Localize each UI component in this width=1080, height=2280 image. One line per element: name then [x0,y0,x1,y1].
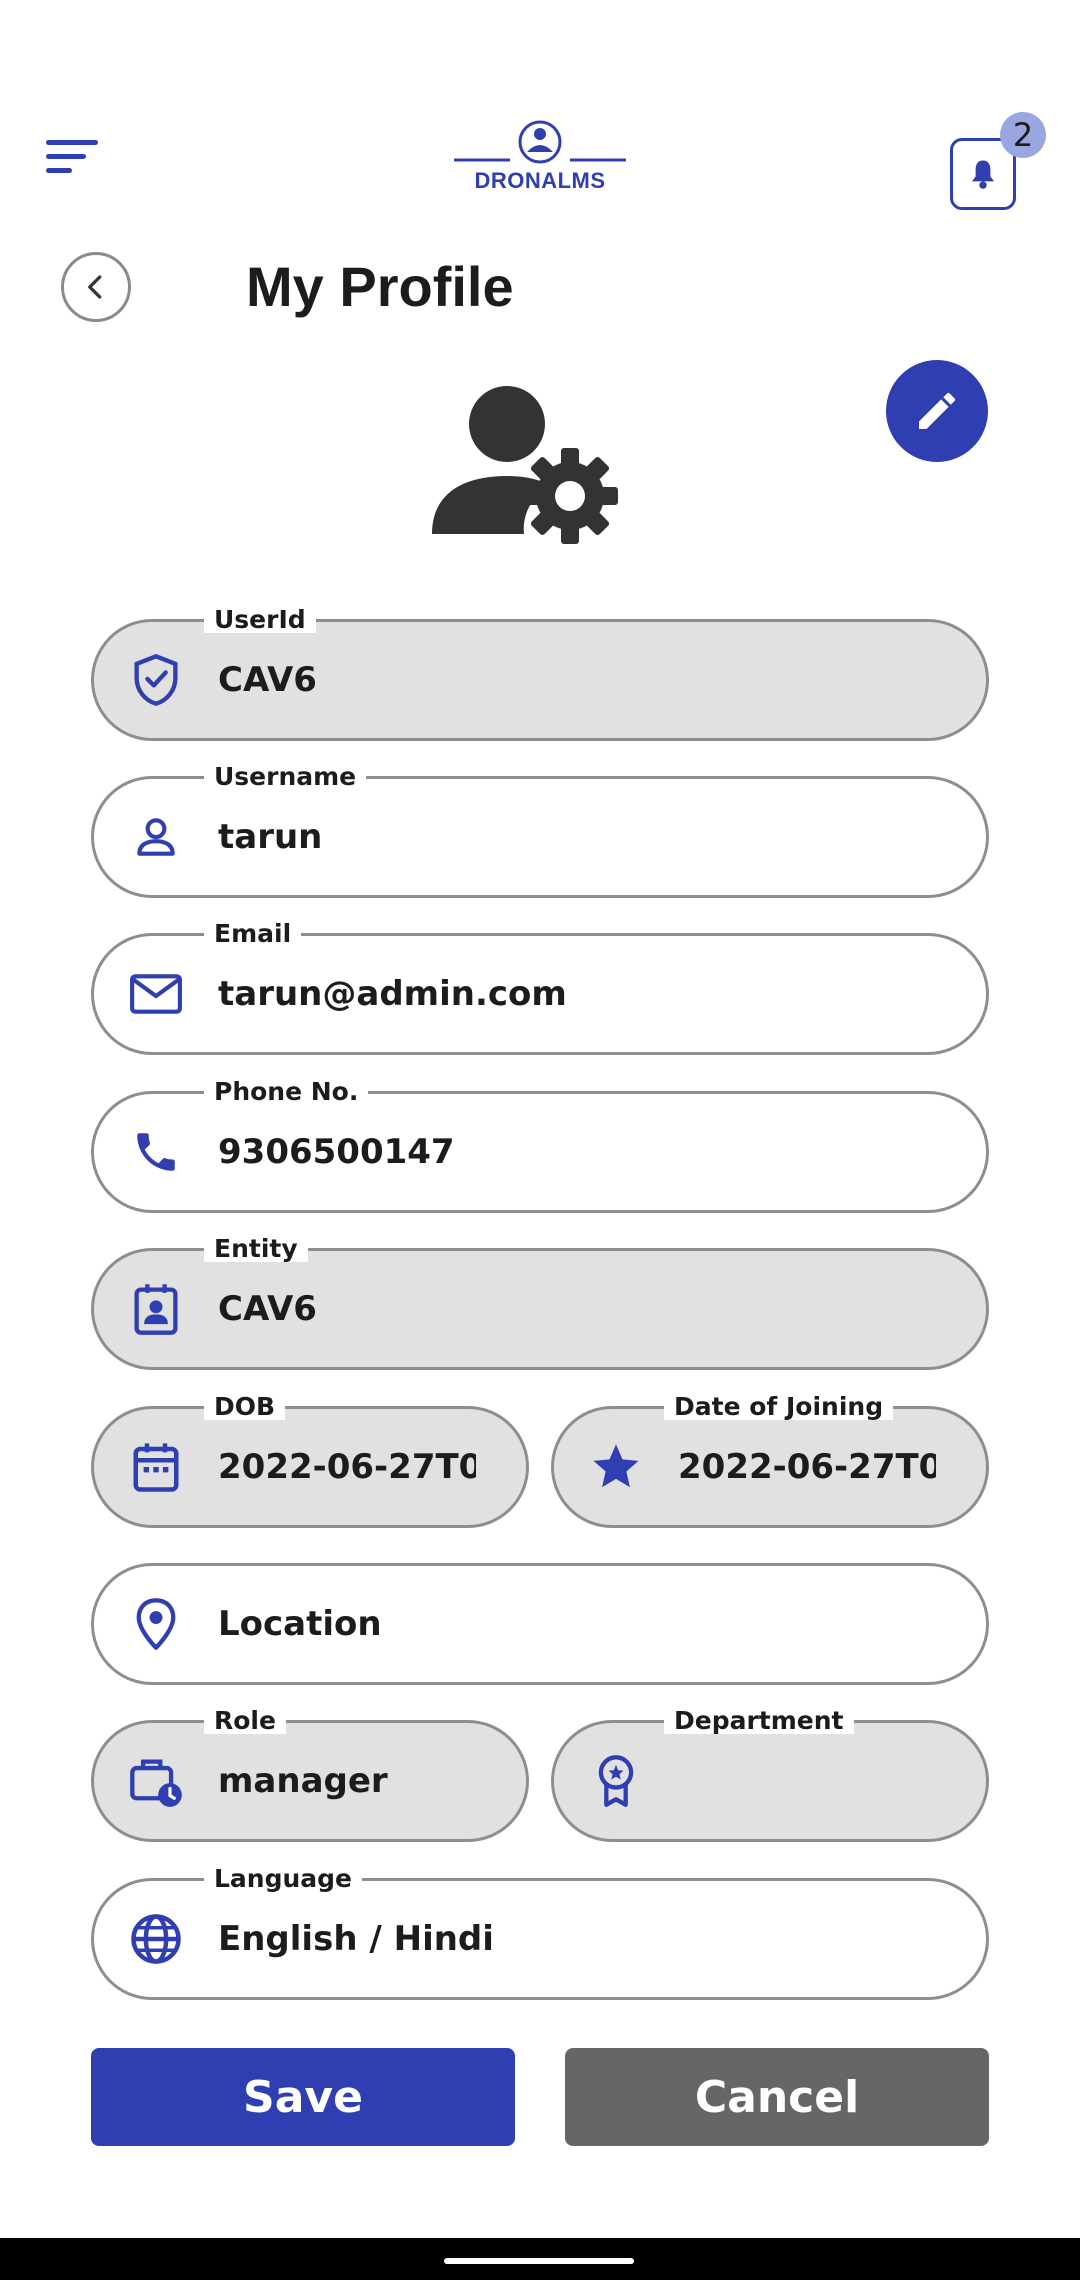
entity-field: Entity CAV6 [91,1236,989,1370]
username-field[interactable]: Username tarun [91,764,989,898]
username-input[interactable]: tarun [218,779,936,895]
person-icon [128,809,184,865]
app-logo: DRONALMS [450,118,630,198]
location-input[interactable]: Location [218,1566,936,1682]
phone-field[interactable]: Phone No. 9306500147 [91,1079,989,1213]
location-field[interactable]: Location [91,1563,989,1685]
entity-value: CAV6 [218,1289,317,1329]
department-field: Department [551,1708,989,1842]
save-button[interactable]: Save [91,2048,515,2146]
edit-profile-button[interactable] [886,360,988,462]
notification-count-badge: 2 [1000,112,1046,158]
language-select[interactable]: English / Hindi [218,1881,936,1997]
badge-icon [128,1281,184,1337]
menu-button[interactable] [44,136,104,180]
location-pin-icon [128,1596,184,1652]
pencil-icon [919,392,956,429]
date-of-joining-value: 2022-06-27T0 [678,1447,936,1487]
calendar-icon [128,1439,184,1495]
userid-value: CAV6 [218,660,317,700]
language-field[interactable]: Language English / Hindi [91,1866,989,2000]
role-field: Role manager [91,1708,529,1842]
shield-check-icon [128,652,184,708]
dob-value: 2022-06-27T0 [218,1447,476,1487]
email-input[interactable]: tarun@admin.com [218,936,936,1052]
phone-icon [128,1124,184,1180]
profile-settings-icon [432,384,622,546]
phone-input[interactable]: 9306500147 [218,1094,936,1210]
logo-mark-icon [454,120,626,164]
bell-icon [971,160,995,189]
back-button[interactable] [61,252,131,322]
dob-field: DOB 2022-06-27T0 [91,1394,529,1528]
award-icon [588,1753,644,1809]
star-icon [588,1439,644,1495]
globe-icon [128,1911,184,1967]
briefcase-clock-icon [128,1753,184,1809]
page-title: My Profile [246,255,514,318]
cancel-button[interactable]: Cancel [565,2048,989,2146]
chevron-left-icon [88,275,102,299]
date-of-joining-field: Date of Joining 2022-06-27T0 [551,1394,989,1528]
mail-icon [128,966,184,1022]
home-indicator[interactable] [444,2258,634,2264]
email-field[interactable]: Email tarun@admin.com [91,921,989,1055]
logo-text: DRONALMS [474,168,606,193]
role-value: manager [218,1761,388,1801]
menu-icon [46,140,98,173]
department-value [678,1723,936,1839]
userid-field: UserId CAV6 [91,607,989,741]
